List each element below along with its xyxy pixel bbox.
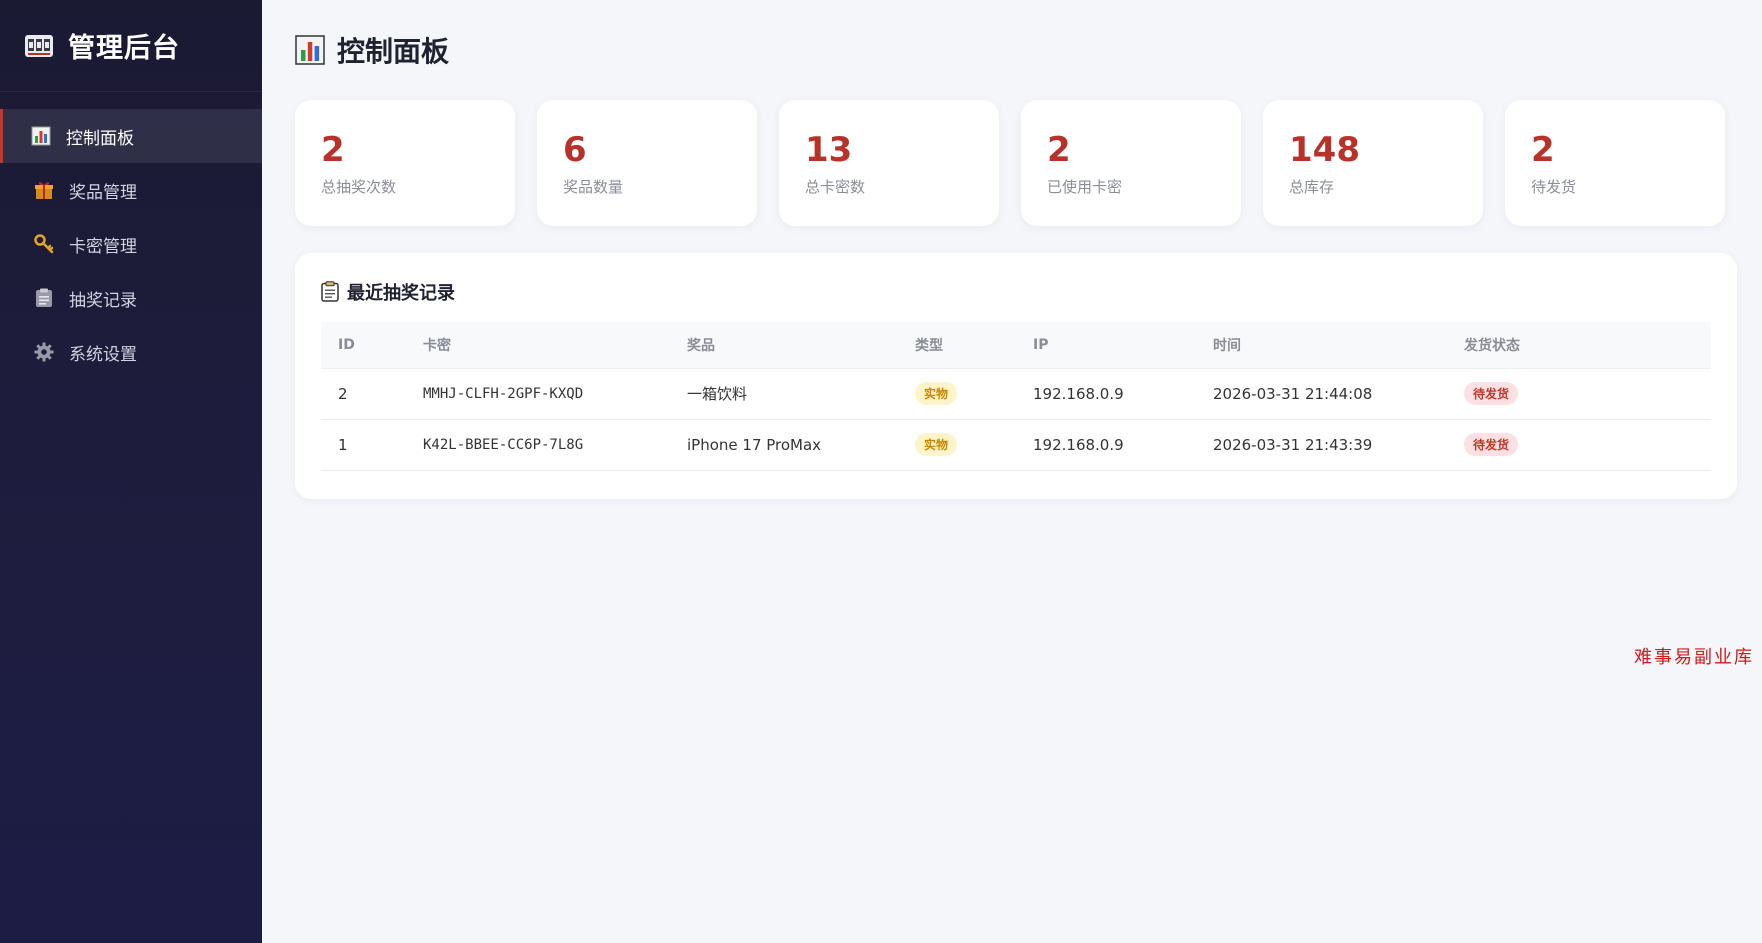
stat-value: 13 xyxy=(805,130,853,170)
bar-chart-icon xyxy=(295,35,325,65)
cell-status: 待发货 xyxy=(1447,419,1711,471)
stat-label: 待发货 xyxy=(1531,178,1577,196)
col-card: 卡密 xyxy=(406,322,670,368)
cell-prize: 一箱饮料 xyxy=(670,367,898,420)
recent-records-panel: 最近抽奖记录 ID 卡密 奖品 类型 IP 时间 发货状态 2 MMHJ-CLF… xyxy=(295,253,1737,499)
stat-card-prize-count: 6 奖品数量 xyxy=(537,100,757,226)
stat-value: 6 xyxy=(563,130,587,170)
app: 管理后台 控制面板 奖品管理 卡密管理 抽奖记录 系统设置 控制面板 2 总抽奖… xyxy=(0,0,1762,943)
clipboard-icon xyxy=(321,281,341,303)
cell-status: 待发货 xyxy=(1447,367,1711,420)
stat-card-pending-shipment: 2 待发货 xyxy=(1505,100,1725,226)
stat-label: 总卡密数 xyxy=(805,178,866,196)
stat-card-used-cards: 2 已使用卡密 xyxy=(1021,100,1241,226)
sidebar-item-label: 系统设置 xyxy=(69,344,137,365)
cell-prize: iPhone 17 ProMax xyxy=(670,419,898,471)
stat-value: 2 xyxy=(1047,130,1071,170)
sidebar-item-dashboard[interactable]: 控制面板 xyxy=(0,109,262,163)
page-header: 控制面板 xyxy=(295,0,1737,100)
panel-title: 最近抽奖记录 xyxy=(321,279,1711,305)
cell-id: 1 xyxy=(321,419,406,471)
type-badge: 实物 xyxy=(915,433,958,456)
sidebar-item-label: 奖品管理 xyxy=(69,182,137,203)
col-type: 类型 xyxy=(898,322,1016,368)
sidebar-item-prizes[interactable]: 奖品管理 xyxy=(0,163,262,217)
clipboard-icon xyxy=(33,287,55,309)
key-icon xyxy=(33,233,55,255)
stat-value: 148 xyxy=(1289,130,1360,170)
sidebar-item-label: 卡密管理 xyxy=(69,236,137,257)
sidebar-item-label: 控制面板 xyxy=(66,128,134,149)
stat-card-total-stock: 148 总库存 xyxy=(1263,100,1483,226)
watermark-text: 难事易副业库 xyxy=(1634,647,1754,668)
cell-time: 2026-03-31 21:43:39 xyxy=(1196,419,1447,471)
stats-row: 2 总抽奖次数 6 奖品数量 13 总卡密数 2 已使用卡密 148 总库存 2… xyxy=(295,100,1737,226)
gear-icon xyxy=(33,341,55,363)
stat-label: 奖品数量 xyxy=(563,178,624,196)
cell-ip: 192.168.0.9 xyxy=(1016,367,1196,420)
stat-label: 总抽奖次数 xyxy=(321,178,397,196)
sidebar-item-settings[interactable]: 系统设置 xyxy=(0,325,262,379)
bar-chart-icon xyxy=(30,125,52,147)
stat-card-total-cards: 13 总卡密数 xyxy=(779,100,999,226)
cell-ip: 192.168.0.9 xyxy=(1016,419,1196,471)
cell-card: MMHJ-CLFH-2GPF-KXQD xyxy=(406,367,670,420)
brand-title: 管理后台 xyxy=(68,33,180,64)
brand[interactable]: 管理后台 xyxy=(0,0,262,92)
stat-label: 总库存 xyxy=(1289,178,1335,196)
slot-machine-icon xyxy=(24,33,54,59)
page-title: 控制面板 xyxy=(337,35,450,68)
col-status: 发货状态 xyxy=(1447,322,1711,368)
cell-id: 2 xyxy=(321,367,406,420)
col-id: ID xyxy=(321,322,406,368)
stat-value: 2 xyxy=(321,130,345,170)
stat-label: 已使用卡密 xyxy=(1047,178,1123,196)
records-table: ID 卡密 奖品 类型 IP 时间 发货状态 2 MMHJ-CLFH-2GPF-… xyxy=(321,322,1711,471)
gift-icon xyxy=(33,179,55,201)
sidebar-item-label: 抽奖记录 xyxy=(69,290,137,311)
col-time: 时间 xyxy=(1196,322,1447,368)
status-badge: 待发货 xyxy=(1464,382,1519,405)
stat-value: 2 xyxy=(1531,130,1555,170)
main-content: 控制面板 2 总抽奖次数 6 奖品数量 13 总卡密数 2 已使用卡密 148 … xyxy=(262,0,1762,943)
table-row[interactable]: 2 MMHJ-CLFH-2GPF-KXQD 一箱饮料 实物 192.168.0.… xyxy=(321,367,1711,420)
sidebar: 管理后台 控制面板 奖品管理 卡密管理 抽奖记录 系统设置 xyxy=(0,0,262,943)
table-row[interactable]: 1 K42L-BBEE-CC6P-7L8G iPhone 17 ProMax 实… xyxy=(321,419,1711,471)
cell-type: 实物 xyxy=(898,367,1016,420)
sidebar-nav: 控制面板 奖品管理 卡密管理 抽奖记录 系统设置 xyxy=(0,109,262,379)
status-badge: 待发货 xyxy=(1464,433,1519,456)
cell-time: 2026-03-31 21:44:08 xyxy=(1196,367,1447,420)
col-ip: IP xyxy=(1016,322,1196,368)
stat-card-total-draws: 2 总抽奖次数 xyxy=(295,100,515,226)
type-badge: 实物 xyxy=(915,382,958,405)
table-header-row: ID 卡密 奖品 类型 IP 时间 发货状态 xyxy=(321,322,1711,368)
sidebar-item-cards[interactable]: 卡密管理 xyxy=(0,217,262,271)
sidebar-item-records[interactable]: 抽奖记录 xyxy=(0,271,262,325)
panel-title-text: 最近抽奖记录 xyxy=(347,283,455,304)
col-prize: 奖品 xyxy=(670,322,898,368)
cell-card: K42L-BBEE-CC6P-7L8G xyxy=(406,419,670,471)
cell-type: 实物 xyxy=(898,419,1016,471)
